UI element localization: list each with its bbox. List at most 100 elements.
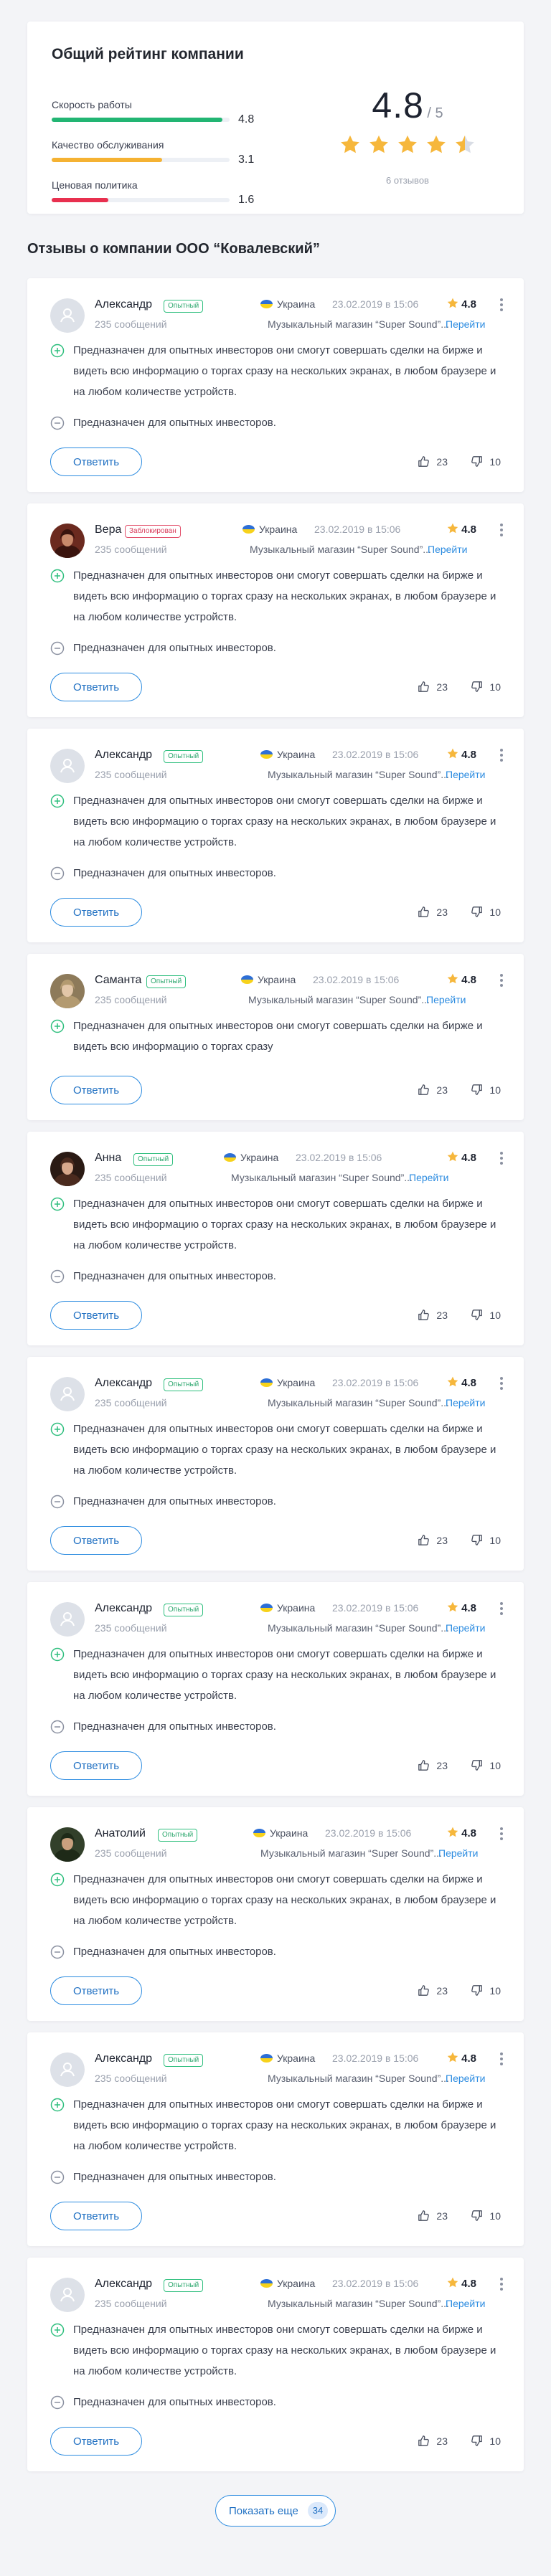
more-menu-icon[interactable] bbox=[499, 1152, 504, 1165]
like-button[interactable]: 23 bbox=[417, 2434, 448, 2448]
review-pros-text: Предназначен для опытных инвесторов они … bbox=[73, 2098, 496, 2152]
reply-button[interactable]: Ответить bbox=[50, 1076, 142, 1104]
more-menu-icon[interactable] bbox=[499, 1602, 504, 1615]
author-name[interactable]: Александр bbox=[95, 749, 152, 762]
go-link[interactable]: Перейти bbox=[426, 994, 466, 1005]
go-link[interactable]: Перейти bbox=[446, 2073, 485, 2084]
author-name[interactable]: Анна bbox=[95, 1152, 121, 1165]
avatar[interactable] bbox=[50, 2278, 85, 2312]
like-count: 23 bbox=[436, 1985, 448, 1997]
dislike-button[interactable]: 10 bbox=[470, 455, 501, 469]
minus-circle-icon bbox=[50, 1495, 65, 1509]
go-link[interactable]: Перейти bbox=[446, 2298, 485, 2309]
go-link[interactable]: Перейти bbox=[409, 1172, 448, 1183]
review-pros-text: Предназначен для опытных инвесторов они … bbox=[73, 1020, 483, 1053]
star-icon bbox=[446, 1151, 461, 1164]
dislike-button[interactable]: 10 bbox=[470, 1758, 501, 1773]
like-button[interactable]: 23 bbox=[417, 680, 448, 694]
ukraine-flag-icon bbox=[260, 300, 273, 308]
author-name[interactable]: Вера bbox=[95, 524, 121, 536]
avatar[interactable] bbox=[50, 298, 85, 333]
author-name[interactable]: Александр bbox=[95, 2052, 152, 2065]
review-cons-text: Предназначен для опытных инвесторов. bbox=[73, 1720, 276, 1733]
avatar[interactable] bbox=[50, 1377, 85, 1411]
dislike-button[interactable]: 10 bbox=[470, 1083, 501, 1097]
review-pros: Предназначен для опытных инвесторов они … bbox=[50, 2319, 509, 2382]
review-pros-text: Предназначен для опытных инвесторов они … bbox=[73, 569, 496, 623]
go-link[interactable]: Перейти bbox=[446, 1397, 485, 1408]
like-button[interactable]: 23 bbox=[417, 1758, 448, 1773]
avatar[interactable] bbox=[50, 2052, 85, 2087]
author-name[interactable]: Саманта bbox=[95, 974, 141, 987]
messages-count: 235 сообщений bbox=[95, 544, 167, 555]
reply-button[interactable]: Ответить bbox=[50, 673, 142, 701]
avatar[interactable] bbox=[50, 1827, 85, 1862]
review-rating: 4.8 bbox=[446, 297, 476, 311]
avatar[interactable] bbox=[50, 1152, 85, 1186]
plus-circle-icon bbox=[50, 569, 65, 583]
like-button[interactable]: 23 bbox=[417, 905, 448, 919]
minus-circle-icon bbox=[50, 1269, 65, 1284]
dislike-button[interactable]: 10 bbox=[470, 2434, 501, 2448]
avatar[interactable] bbox=[50, 974, 85, 1008]
review-card: Александр Опытный Украина 23.02.2019 в 1… bbox=[27, 1582, 524, 1796]
minus-circle-icon bbox=[50, 416, 65, 430]
load-more-button[interactable]: Показать еще 34 bbox=[215, 2495, 336, 2527]
like-button[interactable]: 23 bbox=[417, 1083, 448, 1097]
more-menu-icon[interactable] bbox=[499, 298, 504, 311]
review-cons: Предназначен для опытных инвесторов. bbox=[50, 863, 509, 884]
dislike-count: 10 bbox=[489, 1084, 501, 1096]
review-pros-text: Предназначен для опытных инвесторов они … bbox=[73, 1423, 496, 1477]
dislike-count: 10 bbox=[489, 456, 501, 468]
reply-button[interactable]: Ответить bbox=[50, 898, 142, 927]
star-icon bbox=[425, 133, 448, 156]
dislike-button[interactable]: 10 bbox=[470, 1533, 501, 1548]
author-name[interactable]: Анатолий bbox=[95, 1827, 146, 1840]
go-link[interactable]: Перейти bbox=[438, 1847, 478, 1859]
like-button[interactable]: 23 bbox=[417, 2209, 448, 2223]
reply-button[interactable]: Ответить bbox=[50, 2427, 142, 2456]
dislike-button[interactable]: 10 bbox=[470, 1308, 501, 1322]
more-menu-icon[interactable] bbox=[499, 1377, 504, 1390]
avatar[interactable] bbox=[50, 1602, 85, 1637]
like-button[interactable]: 23 bbox=[417, 1308, 448, 1322]
more-menu-icon[interactable] bbox=[499, 749, 504, 762]
dislike-button[interactable]: 10 bbox=[470, 680, 501, 694]
like-button[interactable]: 23 bbox=[417, 1533, 448, 1548]
more-menu-icon[interactable] bbox=[499, 974, 504, 987]
country: Украина bbox=[260, 2052, 315, 2064]
dislike-button[interactable]: 10 bbox=[470, 2209, 501, 2223]
more-menu-icon[interactable] bbox=[499, 2052, 504, 2065]
avatar[interactable] bbox=[50, 524, 85, 558]
metric-value: 1.6 bbox=[238, 194, 255, 206]
reply-button[interactable]: Ответить bbox=[50, 448, 142, 476]
like-button[interactable]: 23 bbox=[417, 1984, 448, 1998]
more-menu-icon[interactable] bbox=[499, 1827, 504, 1840]
reply-button[interactable]: Ответить bbox=[50, 2202, 142, 2230]
avatar[interactable] bbox=[50, 749, 85, 783]
reply-button[interactable]: Ответить bbox=[50, 1751, 142, 1780]
dislike-button[interactable]: 10 bbox=[470, 1984, 501, 1998]
go-link[interactable]: Перейти bbox=[428, 544, 467, 555]
go-link[interactable]: Перейти bbox=[446, 1622, 485, 1634]
like-button[interactable]: 23 bbox=[417, 455, 448, 469]
dislike-button[interactable]: 10 bbox=[470, 905, 501, 919]
author-name[interactable]: Александр bbox=[95, 1602, 152, 1615]
thumbs-up-icon bbox=[417, 1310, 436, 1321]
plus-circle-icon bbox=[50, 2098, 65, 2112]
more-menu-icon[interactable] bbox=[499, 2278, 504, 2291]
author-name[interactable]: Александр bbox=[95, 2278, 152, 2291]
overall-stars bbox=[339, 133, 482, 162]
go-link[interactable]: Перейти bbox=[446, 769, 485, 780]
product-name: Музыкальный магазин “Super Sound”... bbox=[250, 544, 431, 555]
author-name[interactable]: Александр bbox=[95, 298, 152, 311]
reply-button[interactable]: Ответить bbox=[50, 1526, 142, 1555]
author-name[interactable]: Александр bbox=[95, 1377, 152, 1390]
go-link[interactable]: Перейти bbox=[446, 318, 485, 330]
country-label: Украина bbox=[277, 749, 316, 760]
dislike-count: 10 bbox=[489, 1985, 501, 1997]
more-menu-icon[interactable] bbox=[499, 524, 504, 536]
reply-button[interactable]: Ответить bbox=[50, 1976, 142, 2005]
messages-count: 235 сообщений bbox=[95, 2298, 167, 2309]
reply-button[interactable]: Ответить bbox=[50, 1301, 142, 1330]
